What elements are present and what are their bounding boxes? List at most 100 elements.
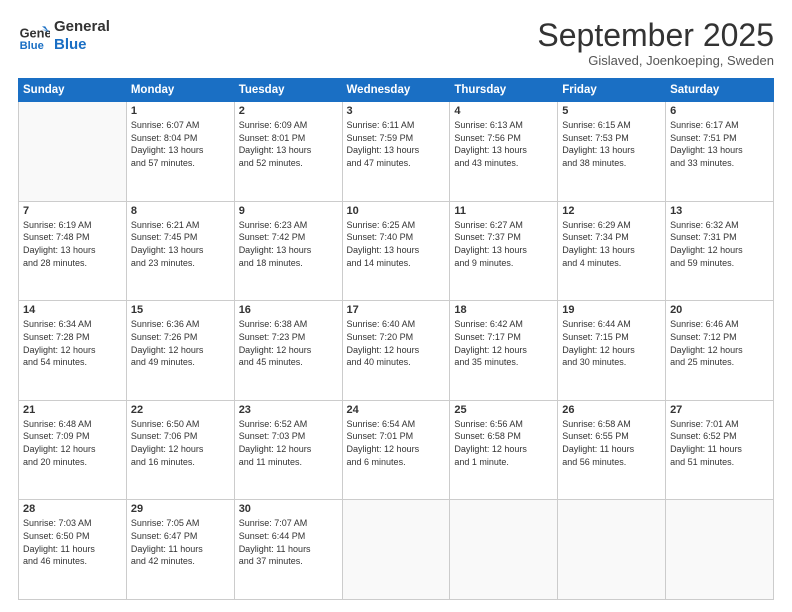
title-block: September 2025 Gislaved, Joenkoeping, Sw… [537, 18, 774, 68]
day-number: 16 [239, 304, 338, 316]
day-number: 12 [562, 205, 661, 217]
table-row [19, 102, 127, 202]
day-info: Sunrise: 6:36 AMSunset: 7:26 PMDaylight:… [131, 318, 230, 368]
table-row: 6Sunrise: 6:17 AMSunset: 7:51 PMDaylight… [666, 102, 774, 202]
table-row: 27Sunrise: 7:01 AMSunset: 6:52 PMDayligh… [666, 400, 774, 500]
col-tuesday: Tuesday [234, 79, 342, 102]
table-row: 10 Sunrise: 6:25 AMSunset: 7:40 PMDayligh… [342, 201, 450, 301]
table-row: 29Sunrise: 7:05 AMSunset: 6:47 PMDayligh… [126, 500, 234, 600]
table-row: 20 Sunrise: 6:46 AMSunset: 7:12 PMDayligh… [666, 301, 774, 401]
table-row: 23Sunrise: 6:52 AMSunset: 7:03 PMDayligh… [234, 400, 342, 500]
day-info: Sunrise: 6:38 AMSunset: 7:23 PMDaylight:… [239, 318, 338, 368]
table-row: 7 Sunrise: 6:19 AMSunset: 7:48 PMDaylight… [19, 201, 127, 301]
day-info: Sunrise: 7:05 AMSunset: 6:47 PMDaylight:… [131, 517, 230, 567]
table-row: 8 Sunrise: 6:21 AMSunset: 7:45 PMDaylight… [126, 201, 234, 301]
calendar-week-row: 28 Sunrise: 7:03 AMSunset: 6:50 PMDayligh… [19, 500, 774, 600]
table-row: 2Sunrise: 6:09 AMSunset: 8:01 PMDaylight… [234, 102, 342, 202]
table-row: 17 Sunrise: 6:40 AMSunset: 7:20 PMDayligh… [342, 301, 450, 401]
day-info: Sunrise: 6:21 AMSunset: 7:45 PMDaylight:… [131, 219, 230, 269]
table-row: 3 Sunrise: 6:11 AMSunset: 7:59 PMDaylight… [342, 102, 450, 202]
day-info: Sunrise: 6:58 AMSunset: 6:55 PMDaylight:… [562, 418, 661, 468]
calendar-week-row: 21 Sunrise: 6:48 AMSunset: 7:09 PMDayligh… [19, 400, 774, 500]
day-info: Sunrise: 6:11 AMSunset: 7:59 PMDaylight:… [347, 119, 446, 169]
table-row: 28 Sunrise: 7:03 AMSunset: 6:50 PMDayligh… [19, 500, 127, 600]
day-number: 22 [131, 404, 230, 416]
day-info: Sunrise: 6:48 AMSunset: 7:09 PMDaylight:… [23, 418, 122, 468]
day-number: 19 [562, 304, 661, 316]
day-info: Sunrise: 7:03 AMSunset: 6:50 PMDaylight:… [23, 517, 122, 567]
table-row [342, 500, 450, 600]
day-info: Sunrise: 6:40 AMSunset: 7:20 PMDaylight:… [347, 318, 446, 368]
day-info: Sunrise: 6:54 AMSunset: 7:01 PMDaylight:… [347, 418, 446, 468]
day-number: 11 [454, 205, 553, 217]
day-info: Sunrise: 6:32 AMSunset: 7:31 PMDaylight:… [670, 219, 769, 269]
table-row: 1 Sunrise: 6:07 AMSunset: 8:04 PMDaylight… [126, 102, 234, 202]
day-number: 6 [670, 105, 769, 117]
col-wednesday: Wednesday [342, 79, 450, 102]
day-number: 15 [131, 304, 230, 316]
table-row: 16 Sunrise: 6:38 AMSunset: 7:23 PMDayligh… [234, 301, 342, 401]
day-number: 14 [23, 304, 122, 316]
day-info: Sunrise: 6:34 AMSunset: 7:28 PMDaylight:… [23, 318, 122, 368]
day-number: 25 [454, 404, 553, 416]
col-thursday: Thursday [450, 79, 558, 102]
day-info: Sunrise: 6:27 AMSunset: 7:37 PMDaylight:… [454, 219, 553, 269]
calendar-week-row: 14 Sunrise: 6:34 AMSunset: 7:28 PMDayligh… [19, 301, 774, 401]
table-row: 26Sunrise: 6:58 AMSunset: 6:55 PMDayligh… [558, 400, 666, 500]
day-number: 30 [239, 503, 338, 515]
day-info: Sunrise: 6:44 AMSunset: 7:15 PMDaylight:… [562, 318, 661, 368]
table-row [558, 500, 666, 600]
table-row [450, 500, 558, 600]
day-number: 3 [347, 105, 446, 117]
table-row: 19 Sunrise: 6:44 AMSunset: 7:15 PMDayligh… [558, 301, 666, 401]
calendar-week-row: 7 Sunrise: 6:19 AMSunset: 7:48 PMDaylight… [19, 201, 774, 301]
day-number: 8 [131, 205, 230, 217]
col-monday: Monday [126, 79, 234, 102]
day-info: Sunrise: 7:01 AMSunset: 6:52 PMDaylight:… [670, 418, 769, 468]
col-friday: Friday [558, 79, 666, 102]
day-number: 21 [23, 404, 122, 416]
day-number: 28 [23, 503, 122, 515]
table-row: 24Sunrise: 6:54 AMSunset: 7:01 PMDayligh… [342, 400, 450, 500]
calendar-week-row: 1 Sunrise: 6:07 AMSunset: 8:04 PMDaylight… [19, 102, 774, 202]
day-number: 20 [670, 304, 769, 316]
day-info: Sunrise: 6:25 AMSunset: 7:40 PMDaylight:… [347, 219, 446, 269]
table-row: 15 Sunrise: 6:36 AMSunset: 7:26 PMDayligh… [126, 301, 234, 401]
table-row: 22 Sunrise: 6:50 AMSunset: 7:06 PMDayligh… [126, 400, 234, 500]
day-info: Sunrise: 6:56 AMSunset: 6:58 PMDaylight:… [454, 418, 553, 468]
day-number: 1 [131, 105, 230, 117]
day-number: 17 [347, 304, 446, 316]
header: General Blue General Blue September 2025… [18, 18, 774, 68]
day-number: 9 [239, 205, 338, 217]
table-row: 5 Sunrise: 6:15 AMSunset: 7:53 PMDaylight… [558, 102, 666, 202]
table-row: 4 Sunrise: 6:13 AMSunset: 7:56 PMDaylight… [450, 102, 558, 202]
day-info: Sunrise: 6:42 AMSunset: 7:17 PMDaylight:… [454, 318, 553, 368]
day-info: Sunrise: 6:09 AMSunset: 8:01 PMDaylight:… [239, 119, 338, 169]
table-row: 21 Sunrise: 6:48 AMSunset: 7:09 PMDayligh… [19, 400, 127, 500]
day-info: Sunrise: 6:13 AMSunset: 7:56 PMDaylight:… [454, 119, 553, 169]
day-number: 5 [562, 105, 661, 117]
day-info: Sunrise: 6:50 AMSunset: 7:06 PMDaylight:… [131, 418, 230, 468]
month-title: September 2025 [537, 18, 774, 53]
day-info: Sunrise: 6:46 AMSunset: 7:12 PMDaylight:… [670, 318, 769, 368]
day-number: 7 [23, 205, 122, 217]
day-info: Sunrise: 6:29 AMSunset: 7:34 PMDaylight:… [562, 219, 661, 269]
table-row: 9 Sunrise: 6:23 AMSunset: 7:42 PMDaylight… [234, 201, 342, 301]
table-row: 13 Sunrise: 6:32 AMSunset: 7:31 PMDayligh… [666, 201, 774, 301]
page: General Blue General Blue September 2025… [0, 0, 792, 612]
day-info: Sunrise: 6:19 AMSunset: 7:48 PMDaylight:… [23, 219, 122, 269]
table-row [666, 500, 774, 600]
day-number: 18 [454, 304, 553, 316]
table-row: 25 Sunrise: 6:56 AMSunset: 6:58 PMDayligh… [450, 400, 558, 500]
day-number: 4 [454, 105, 553, 117]
day-info: Sunrise: 6:23 AMSunset: 7:42 PMDaylight:… [239, 219, 338, 269]
logo-blue: Blue [54, 36, 110, 54]
table-row: 18 Sunrise: 6:42 AMSunset: 7:17 PMDayligh… [450, 301, 558, 401]
day-number: 10 [347, 205, 446, 217]
table-row: 11 Sunrise: 6:27 AMSunset: 7:37 PMDayligh… [450, 201, 558, 301]
day-info: Sunrise: 6:15 AMSunset: 7:53 PMDaylight:… [562, 119, 661, 169]
table-row: 12 Sunrise: 6:29 AMSunset: 7:34 PMDayligh… [558, 201, 666, 301]
day-number: 13 [670, 205, 769, 217]
logo: General Blue General Blue [18, 18, 110, 54]
day-info: Sunrise: 6:07 AMSunset: 8:04 PMDaylight:… [131, 119, 230, 169]
